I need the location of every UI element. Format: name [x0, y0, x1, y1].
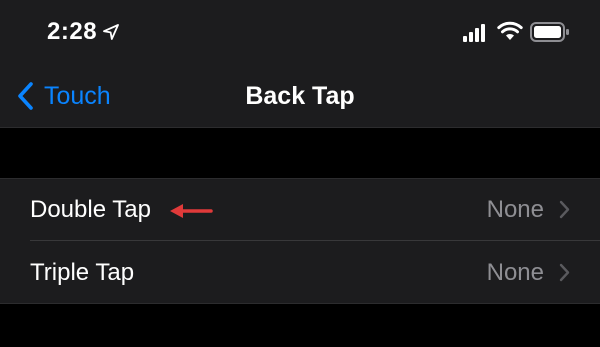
list-item-triple-tap[interactable]: Triple Tap None: [0, 241, 600, 304]
chevron-right-icon: [559, 263, 570, 282]
navigation-header: 2:28 Touch Back Tap: [0, 0, 600, 128]
group-bottom-border: [0, 303, 600, 304]
red-arrow-left-icon: [170, 204, 213, 218]
battery-icon: [530, 22, 569, 42]
back-tap-options-list: Double Tap None Triple Tap None: [0, 178, 600, 304]
list-item-double-tap[interactable]: Double Tap None: [0, 178, 600, 241]
row-label: Double Tap: [30, 195, 151, 223]
location-arrow-icon: [103, 24, 119, 40]
page-title: Back Tap: [245, 82, 355, 110]
cellular-signal-icon: [463, 24, 485, 42]
chevron-right-icon: [559, 200, 570, 219]
settings-screen: 2:28 Touch Back Tap Double Tap None Trip…: [0, 0, 600, 347]
row-value: None: [486, 258, 544, 286]
nav-divider: [0, 127, 600, 128]
row-label: Triple Tap: [30, 258, 135, 286]
status-time: 2:28: [47, 18, 98, 45]
wifi-icon: [497, 21, 523, 40]
row-value: None: [486, 195, 544, 223]
